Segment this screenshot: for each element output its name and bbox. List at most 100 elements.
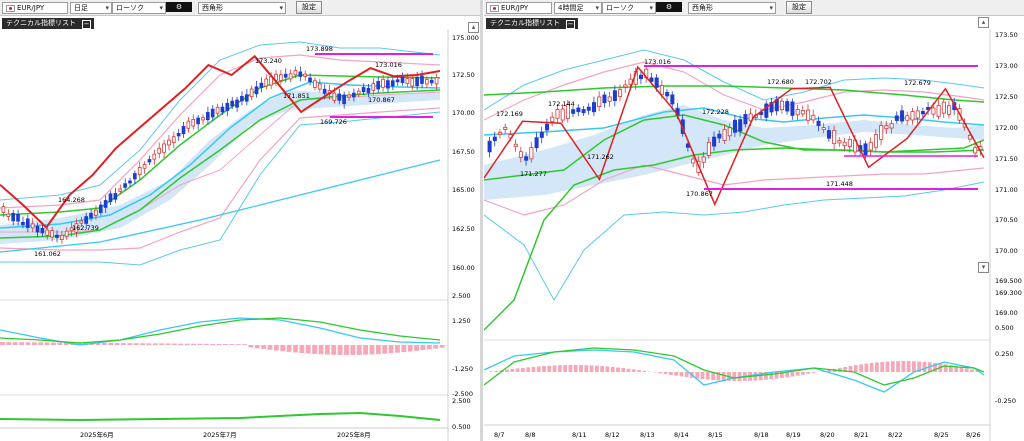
candle-body [513, 143, 518, 147]
candle-body [176, 133, 181, 137]
right-price-label: 173.016 [644, 58, 671, 66]
candle-body [181, 126, 186, 135]
candle-body [884, 125, 889, 130]
candle-body [434, 77, 439, 85]
candle-body [612, 90, 617, 101]
right-axis-tick: 169.00 [995, 309, 1018, 317]
candle-body [361, 87, 366, 93]
left-oscillator-line [0, 411, 441, 422]
candle-body [560, 108, 565, 121]
histogram-bar [273, 345, 279, 351]
histogram-bar [642, 370, 647, 372]
histogram-bar [880, 361, 885, 372]
candle-body [706, 141, 711, 156]
histogram-bar [337, 345, 343, 355]
histogram-bar [229, 344, 235, 345]
right-axis-tick: 169.500 [995, 277, 1022, 285]
histogram-bar [896, 361, 900, 372]
histogram-bar [536, 366, 541, 372]
left-axis-tick: 162.50 [452, 225, 475, 233]
histogram-bar [705, 372, 710, 380]
candle-body [712, 136, 717, 147]
candle-body [545, 123, 550, 131]
right-x-label: 8/8 [525, 431, 535, 439]
histogram-bar [165, 343, 171, 345]
candle-body [50, 230, 54, 238]
candle-body [201, 117, 205, 121]
candle-body [524, 156, 529, 161]
candle-body [356, 90, 361, 95]
histogram-bar [811, 372, 816, 373]
histogram-bar [44, 342, 50, 345]
histogram-bar [885, 361, 890, 372]
candle-body [113, 193, 118, 200]
candle-body [795, 109, 800, 116]
histogram-bar [732, 372, 737, 381]
left-price-label: 173.016 [375, 61, 402, 69]
right-axis-tick: 173.50 [995, 31, 1018, 39]
histogram-bar [547, 365, 552, 372]
candle-body [215, 106, 220, 114]
histogram-bar [121, 343, 126, 345]
histogram-bar [146, 343, 152, 345]
candle-body [288, 73, 293, 80]
left-price-label: 169.726 [320, 118, 347, 126]
right-axis-tick: 171.50 [995, 155, 1018, 163]
candle-body [905, 115, 910, 121]
candle-body [220, 106, 225, 113]
histogram-bar [439, 345, 445, 348]
right-x-label: 8/11 [572, 431, 587, 439]
histogram-bar [594, 365, 599, 372]
histogram-bar [721, 372, 726, 381]
left-x-label: 2025年7月 [203, 430, 237, 439]
candle-body [665, 91, 670, 97]
right-scroll-down-icon[interactable]: ▾ [978, 262, 989, 273]
candle-body [727, 127, 732, 137]
candle-body [879, 125, 884, 140]
right-axis-tick: 170.00 [995, 247, 1018, 255]
daily-chart-panel[interactable]: EUR/JPY 日足 ローソク ⚙ 西角形 設定 テクニカル指標リスト − ▴ [0, 0, 483, 441]
right-x-label: 8/22 [888, 431, 903, 439]
histogram-bar [356, 345, 362, 355]
candle-body [722, 128, 727, 142]
right-scroll-up-icon[interactable]: ▴ [978, 17, 989, 28]
candle-body [503, 126, 508, 130]
histogram-bar [305, 345, 311, 354]
right-x-label: 8/14 [674, 431, 689, 439]
histogram-bar [510, 368, 515, 372]
candle-body [94, 209, 98, 216]
h4-chart-panel[interactable]: EUR/JPY 4時間足 ローソク ⚙ 西角形 設定 テクニカル指標リスト − [484, 0, 1024, 441]
candle-body [816, 120, 821, 126]
candle-body [210, 108, 215, 118]
histogram-bar [542, 366, 546, 372]
candle-body [586, 106, 591, 111]
candle-body [811, 114, 816, 121]
candle-body [873, 134, 878, 148]
right-x-label: 8/7 [494, 431, 504, 439]
candle-body [108, 193, 113, 203]
histogram-bar [801, 372, 805, 375]
candle-body [40, 227, 45, 234]
candle-body [424, 79, 429, 85]
right-axis-tick: 0.500 [995, 324, 1014, 332]
left-ichimoku-cloud [0, 90, 440, 244]
right-price-label: 171.448 [826, 180, 853, 188]
candle-body [313, 80, 317, 88]
histogram-bar [790, 372, 795, 377]
histogram-bar [414, 345, 420, 351]
histogram-bar [515, 368, 520, 372]
candle-body [691, 158, 696, 164]
histogram-bar [248, 345, 254, 348]
right-x-label: 8/12 [605, 431, 620, 439]
histogram-bar [407, 345, 413, 352]
histogram-bar [324, 345, 330, 355]
right-price-label: 172.679 [904, 79, 931, 87]
histogram-bar [344, 345, 349, 355]
histogram-bar [806, 372, 811, 374]
histogram-bar [489, 371, 494, 372]
histogram-bar [140, 343, 146, 345]
candle-body [821, 127, 826, 131]
candle-body [571, 109, 576, 114]
candle-body [298, 71, 303, 77]
histogram-bar [494, 370, 499, 372]
